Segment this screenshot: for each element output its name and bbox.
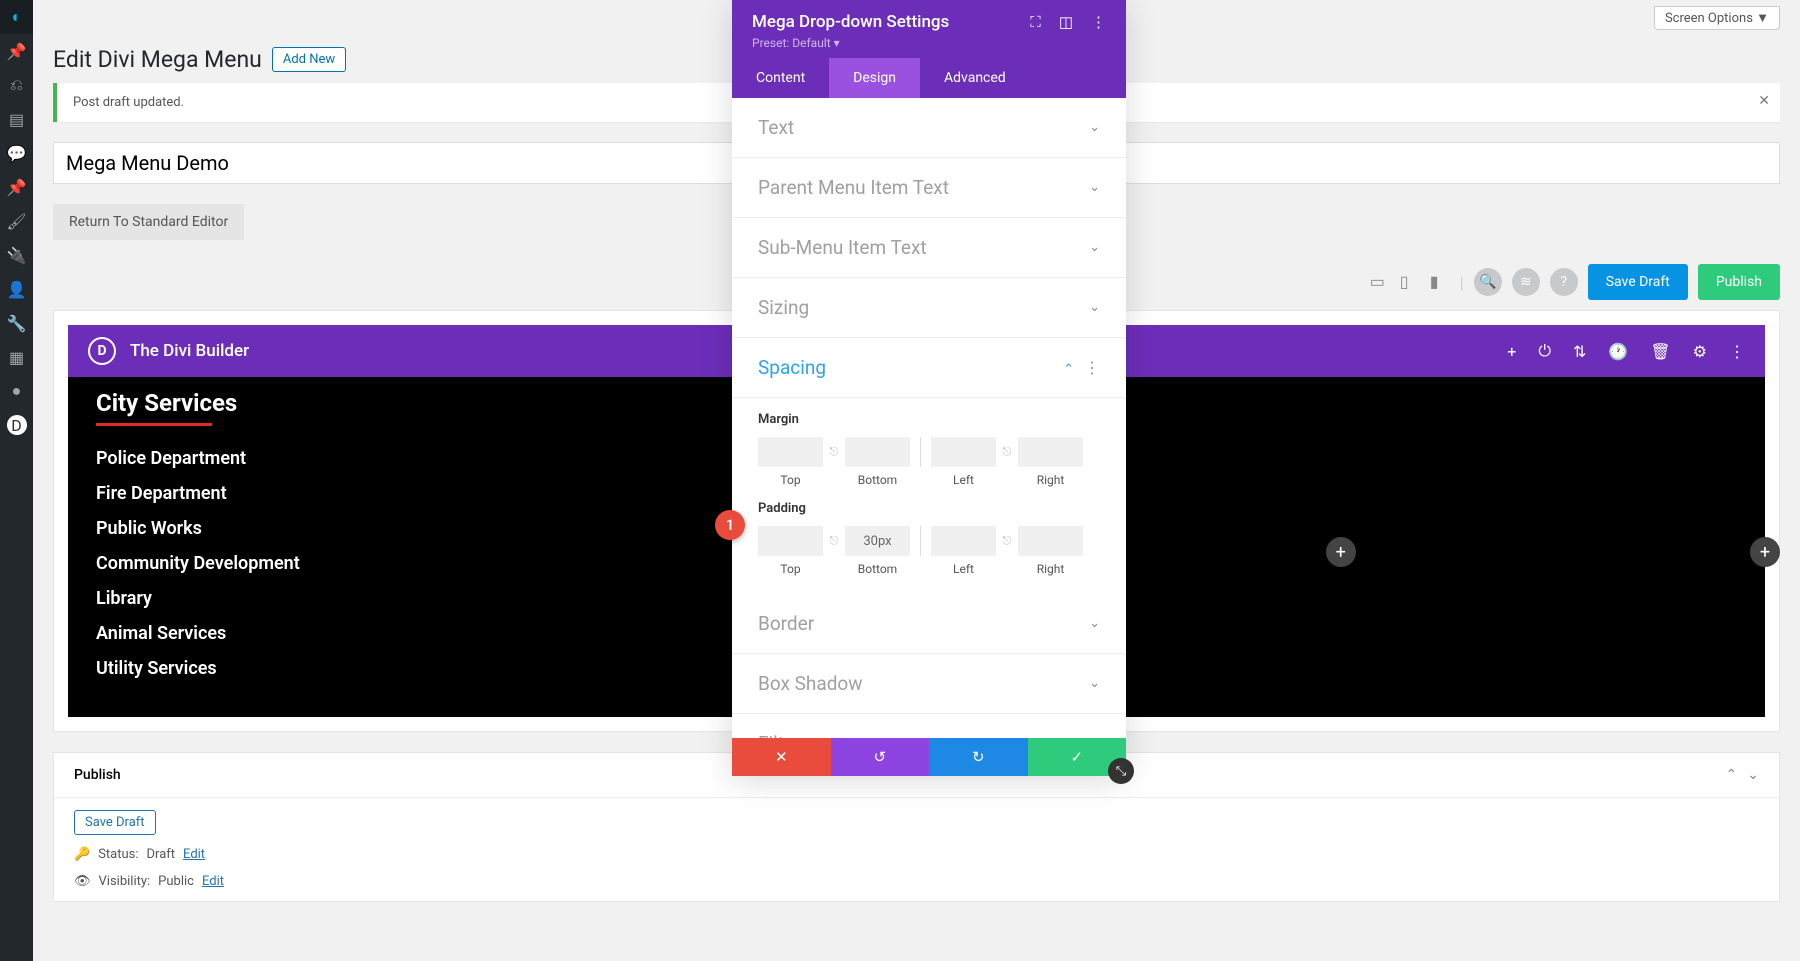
wp-admin-sidebar: ◐ 📌 ⎌ ▤ 💬 📌 🖌 🔌 👤 🔧 ▦ ● D	[0, 0, 33, 961]
padding-label: Padding	[758, 501, 1100, 516]
spacing-more-icon: ⋮	[1084, 358, 1100, 377]
modal-header: Mega Drop-down Settings ⛶ ◫ ⋮ Preset: De…	[732, 0, 1126, 58]
notice-dismiss-icon[interactable]: ✕	[1758, 93, 1770, 109]
edit-visibility-link[interactable]: Edit	[202, 874, 224, 889]
padding-inputs: ⎋ ⎋	[758, 526, 1100, 556]
settings-icon[interactable]: ▦	[0, 340, 33, 374]
redo-button[interactable]: ↻	[929, 738, 1028, 776]
media-icon[interactable]: ⎌	[0, 68, 33, 102]
tab-advanced[interactable]: Advanced	[920, 58, 1030, 98]
accordion-parent-text[interactable]: Parent Menu Item Text⌄	[732, 158, 1126, 218]
screen-options-toggle[interactable]: Screen Options ▼	[1654, 6, 1780, 30]
key-icon: 🔑	[74, 847, 90, 862]
visibility-row: 👁 Visibility: Public Edit	[74, 874, 1759, 889]
undo-button[interactable]: ↺	[831, 738, 930, 776]
add-icon[interactable]: +	[1507, 342, 1516, 361]
settings-modal: Mega Drop-down Settings ⛶ ◫ ⋮ Preset: De…	[732, 0, 1126, 776]
padding-right-input[interactable]	[1018, 526, 1083, 556]
margin-right-input[interactable]	[1018, 437, 1083, 467]
search-icon[interactable]: 🔍	[1474, 268, 1502, 296]
edit-status-link[interactable]: Edit	[183, 847, 205, 862]
plugins-icon[interactable]: 🔌	[0, 238, 33, 272]
focus-icon[interactable]: ⛶	[1030, 13, 1041, 31]
builder-header-icons: + ⏻ ⇅ 🕐 🗑 ⚙ ⋮	[1507, 341, 1745, 361]
margin-inputs: ⎋ ⎋	[758, 437, 1100, 467]
divi-logo-icon: D	[88, 337, 116, 365]
publish-panel-body: Save Draft 🔑 Status: Draft Edit 👁 Visibi…	[54, 798, 1779, 901]
accordion-border[interactable]: Border⌄	[732, 594, 1126, 654]
users-icon[interactable]: 👤	[0, 272, 33, 306]
return-standard-editor-button[interactable]: Return To Standard Editor	[53, 204, 244, 240]
add-new-button[interactable]: Add New	[272, 47, 346, 72]
sort-icon[interactable]: ⇅	[1573, 342, 1586, 361]
link-icon[interactable]: ⎋	[996, 526, 1018, 556]
divi-builder-title: The Divi Builder	[130, 341, 249, 361]
more-icon[interactable]: ⋮	[1729, 342, 1745, 361]
add-module-icon[interactable]: +	[1326, 537, 1356, 567]
publish-panel-title: Publish	[74, 767, 121, 783]
accordion-boxshadow[interactable]: Box Shadow⌄	[732, 654, 1126, 714]
link-icon[interactable]: ⎋	[996, 437, 1018, 467]
brush-icon[interactable]: 🖌	[0, 204, 33, 238]
link-icon[interactable]: ⎋	[823, 526, 845, 556]
padding-top-input[interactable]	[758, 526, 823, 556]
accordion-submenu-text[interactable]: Sub-Menu Item Text⌄	[732, 218, 1126, 278]
trash-icon[interactable]: 🗑	[1650, 342, 1670, 361]
margin-label: Margin	[758, 412, 1100, 427]
tablet-icon[interactable]: ▯	[1400, 272, 1420, 292]
panel-up-icon[interactable]: ⌃	[1726, 767, 1738, 783]
panel-down-icon[interactable]: ⌄	[1747, 767, 1759, 783]
comments-icon[interactable]: 💬	[0, 136, 33, 170]
history-icon[interactable]: 🕐	[1608, 342, 1628, 361]
notice-text: Post draft updated.	[73, 95, 184, 110]
margin-top-input[interactable]	[758, 437, 823, 467]
link-icon[interactable]: ⎋	[823, 437, 845, 467]
preset-label[interactable]: Preset: Default ▾	[752, 36, 1106, 50]
save-draft-button[interactable]: Save Draft	[1588, 264, 1688, 300]
margin-left-input[interactable]	[931, 437, 996, 467]
phone-icon[interactable]: ▮	[1430, 272, 1450, 292]
divi-icon[interactable]: D	[7, 415, 27, 435]
theme-icon[interactable]: ●	[0, 374, 33, 408]
cancel-button[interactable]: ✕	[732, 738, 831, 776]
callout-badge-1: 1	[715, 510, 745, 540]
tools-icon[interactable]: 🔧	[0, 306, 33, 340]
heading-underline	[96, 423, 212, 426]
help-icon[interactable]: ?	[1550, 268, 1578, 296]
modal-body: Text⌄ Parent Menu Item Text⌄ Sub-Menu It…	[732, 98, 1126, 738]
desktop-icon[interactable]: ▭	[1370, 272, 1390, 292]
split-icon[interactable]: ◫	[1059, 13, 1073, 31]
accordion-filters[interactable]: Filters⌄	[732, 714, 1126, 738]
padding-left-input[interactable]	[931, 526, 996, 556]
pages-icon[interactable]: ▤	[0, 102, 33, 136]
publish-button[interactable]: Publish	[1698, 264, 1780, 300]
gear-icon[interactable]: ⚙	[1693, 342, 1707, 361]
margin-bottom-input[interactable]	[845, 437, 910, 467]
accordion-sizing[interactable]: Sizing⌄	[732, 278, 1126, 338]
status-row: 🔑 Status: Draft Edit	[74, 847, 1759, 862]
tab-content[interactable]: Content	[732, 58, 829, 98]
resize-handle-icon[interactable]: ⤡	[1108, 758, 1134, 784]
page-title: Edit Divi Mega Menu	[53, 46, 262, 73]
modal-more-icon[interactable]: ⋮	[1091, 13, 1106, 31]
pin-icon[interactable]: 📌	[0, 34, 33, 68]
padding-bottom-input[interactable]	[845, 526, 910, 556]
power-icon[interactable]: ⏻	[1538, 341, 1551, 361]
layers-icon[interactable]: ≋	[1512, 268, 1540, 296]
accordion-text[interactable]: Text⌄	[732, 98, 1126, 158]
save-draft-small-button[interactable]: Save Draft	[74, 810, 156, 835]
accordion-spacing[interactable]: Spacing ⌃⋮	[732, 338, 1126, 398]
modal-footer: ✕ ↺ ↻ ✓	[732, 738, 1126, 776]
modal-title: Mega Drop-down Settings	[752, 12, 949, 32]
modal-tabs: Content Design Advanced	[732, 58, 1126, 98]
dashboard-icon[interactable]: ◐	[0, 0, 33, 34]
pin2-icon[interactable]: 📌	[0, 170, 33, 204]
eye-icon: 👁	[74, 874, 91, 889]
spacing-body: Margin ⎋ ⎋ Top Bottom Left	[732, 412, 1126, 594]
tab-design[interactable]: Design	[829, 58, 920, 98]
